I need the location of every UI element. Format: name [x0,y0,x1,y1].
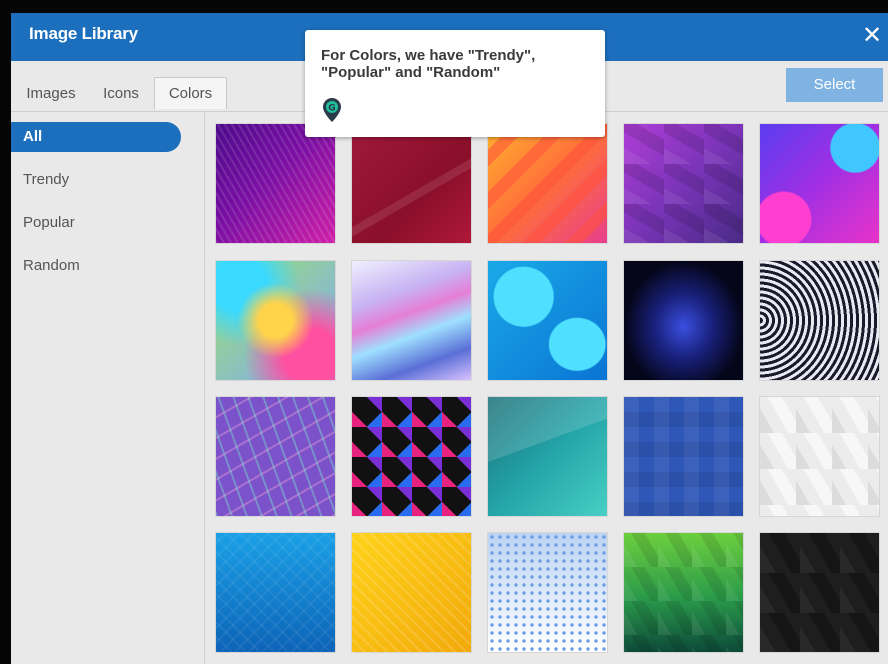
color-tile[interactable] [351,123,472,244]
color-tile[interactable] [351,532,472,653]
color-tile[interactable] [351,396,472,517]
guide-tooltip: For Colors, we have "Trendy", "Popular" … [305,30,605,137]
location-pin-icon: G [323,98,341,122]
tooltip-text: For Colors, we have "Trendy", "Popular" … [321,47,536,81]
color-tile[interactable] [215,123,336,244]
svg-text:G: G [328,104,335,114]
color-tile[interactable] [759,260,880,381]
color-tile[interactable] [623,123,744,244]
color-tile[interactable] [487,260,608,381]
color-tile[interactable] [759,396,880,517]
color-tile[interactable] [759,532,880,653]
color-tile[interactable] [351,260,472,381]
tab-icons[interactable]: Icons [101,78,141,109]
color-tile[interactable] [759,123,880,244]
select-button[interactable]: Select [786,68,883,102]
sidebar-item-all[interactable]: All [11,122,181,152]
color-tile[interactable] [215,532,336,653]
image-grid [215,123,888,664]
sidebar-item-random[interactable]: Random [11,251,181,281]
sidebar-item-trendy[interactable]: Trendy [11,165,181,195]
tab-colors[interactable]: Colors [154,77,227,109]
sidebar-item-popular[interactable]: Popular [11,208,181,238]
color-tile[interactable] [623,260,744,381]
color-tile[interactable] [623,396,744,517]
category-sidebar: All Trendy Popular Random [11,112,205,664]
close-icon[interactable]: ✕ [858,21,886,51]
color-tile[interactable] [215,396,336,517]
color-tile[interactable] [487,532,608,653]
tab-images[interactable]: Images [25,78,77,109]
color-tile[interactable] [487,396,608,517]
color-tile[interactable] [487,123,608,244]
dialog-title: Image Library [29,24,138,43]
color-tile[interactable] [623,532,744,653]
color-tile[interactable] [215,260,336,381]
